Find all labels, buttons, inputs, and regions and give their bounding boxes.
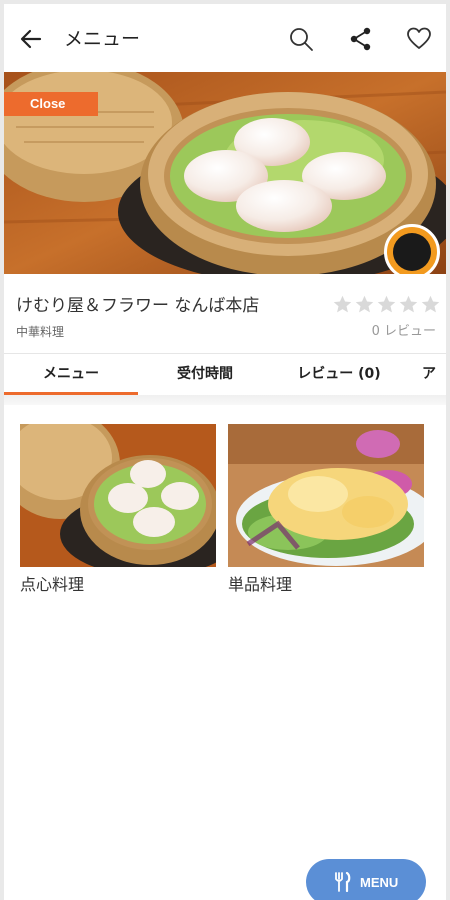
search-icon[interactable]: [288, 26, 314, 52]
logo-mark: [393, 233, 431, 271]
star-icon: [399, 295, 418, 313]
star-icon: [377, 295, 396, 313]
tab-bar: メニュー 受付時間 レビュー (0) ア: [4, 353, 446, 395]
review-count: 0 レビュー: [371, 324, 436, 339]
menu-fab-button[interactable]: MENU: [306, 859, 426, 900]
tab-divider: [4, 395, 446, 405]
tab-reviews[interactable]: レビュー (0): [272, 354, 406, 396]
heart-icon[interactable]: [406, 26, 432, 52]
app-frame: メニュー Close けむり屋＆フラワー なんば本店 中華料理 0 レビュー メ…: [4, 4, 446, 900]
menu-category-card[interactable]: 単品料理: [228, 424, 424, 596]
menu-category-card[interactable]: 点心料理: [20, 424, 216, 596]
restaurant-logo: [384, 224, 440, 274]
shop-name: けむり屋＆フラワー なんば本店: [16, 296, 260, 316]
fab-label: MENU: [360, 874, 399, 890]
tab-hours[interactable]: 受付時間: [138, 354, 272, 396]
tab-menu[interactable]: メニュー: [4, 354, 138, 396]
star-icon: [355, 295, 374, 313]
page-title: メニュー: [64, 28, 141, 50]
fork-knife-icon: [335, 872, 351, 892]
star-icon: [333, 295, 352, 313]
category-image-dimsum: [20, 424, 216, 567]
back-arrow-icon[interactable]: [18, 26, 44, 52]
share-icon[interactable]: [348, 26, 374, 52]
star-icon: [421, 295, 440, 313]
tab-more[interactable]: ア: [422, 354, 446, 396]
top-bar: メニュー: [4, 4, 446, 72]
category-label: 点心料理: [20, 575, 85, 594]
category-image-shrimp: [228, 424, 424, 567]
category-label: 単品料理: [228, 575, 293, 594]
hero-image: Close: [4, 72, 446, 274]
shop-category: 中華料理: [16, 325, 65, 339]
rating-stars: [332, 294, 441, 315]
status-tag: Close: [4, 92, 98, 116]
